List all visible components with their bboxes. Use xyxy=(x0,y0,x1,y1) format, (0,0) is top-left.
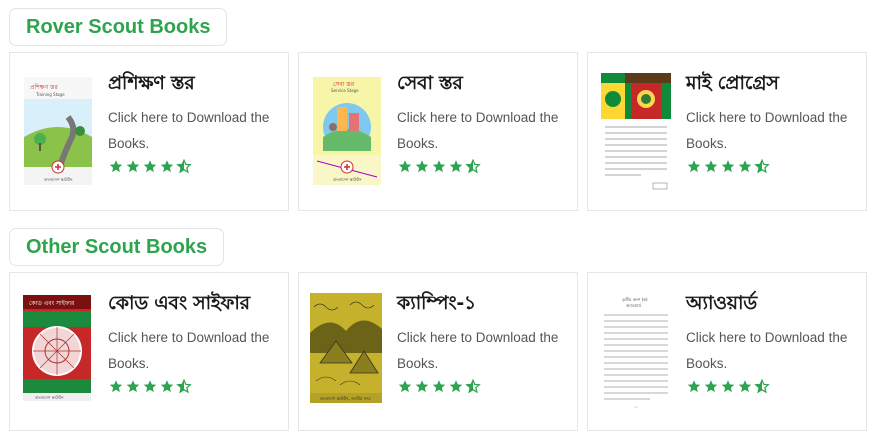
star-full-icon xyxy=(108,159,124,174)
book-cover-training[interactable]: প্রশিক্ষণ স্তর Training Stage বাংলাদেশ স… xyxy=(24,77,92,185)
star-half-icon xyxy=(465,158,481,174)
star-full-icon xyxy=(142,379,158,394)
book-title[interactable]: কোড এবং সাইফার xyxy=(108,289,282,321)
book-cover-code-cipher[interactable]: কোড এবং সাইফার বাংলাদেশ স্কাউটস xyxy=(23,295,91,401)
book-info: কোড এবং সাইফার Click here to Download th… xyxy=(108,285,282,394)
star-full-icon xyxy=(159,379,175,394)
star-full-icon xyxy=(414,159,430,174)
book-cover-progress[interactable] xyxy=(601,73,671,191)
book-card[interactable]: প্রশিক্ষণ স্তর Training Stage বাংলাদেশ স… xyxy=(9,52,289,211)
star-full-icon xyxy=(686,379,702,394)
svg-text:বাংলাদেশ স্কাউটস: বাংলাদেশ স্কাউটস xyxy=(332,177,362,182)
book-cover-camping[interactable]: বাংলাদেশ স্কাউটস, জাতীয় সদর xyxy=(310,293,382,403)
star-full-icon xyxy=(159,159,175,174)
svg-text:Training Stage: Training Stage xyxy=(35,92,65,97)
book-title[interactable]: ক্যাম্পিং-১ xyxy=(397,289,571,321)
book-info: প্রশিক্ষণ স্তর Click here to Download th… xyxy=(108,65,282,174)
svg-text:তৃতীয় অংশ (ক): তৃতীয় অংশ (ক) xyxy=(621,297,648,302)
svg-text:Service Stage: Service Stage xyxy=(331,88,359,93)
svg-text:বাংলাদেশ স্কাউটস: বাংলাদেশ স্কাউটস xyxy=(34,395,64,400)
rating-stars xyxy=(397,158,571,174)
star-full-icon xyxy=(720,159,736,174)
svg-text:২১: ২১ xyxy=(634,405,638,409)
book-title[interactable]: মাই প্রোগ্রেস xyxy=(686,69,860,101)
book-description[interactable]: Click here to Download the Books. xyxy=(686,325,860,377)
star-full-icon xyxy=(737,379,753,394)
book-description[interactable]: Click here to Download the Books. xyxy=(108,325,282,377)
book-card[interactable]: মাই প্রোগ্রেস Click here to Download the… xyxy=(587,52,867,211)
svg-text:কোড এবং সাইফার: কোড এবং সাইফার xyxy=(29,300,75,307)
svg-text:বাংলাদেশ স্কাউটস: বাংলাদেশ স্কাউটস xyxy=(43,177,73,182)
book-card[interactable]: কোড এবং সাইফার বাংলাদেশ স্কাউটস কোড এবং … xyxy=(9,272,289,431)
rating-stars xyxy=(397,378,571,394)
book-info: সেবা স্তর Click here to Download the Boo… xyxy=(397,65,571,174)
star-half-icon xyxy=(176,158,192,174)
svg-text:বাংলাদেশ স্কাউটস, জাতীয় সদর: বাংলাদেশ স্কাউটস, জাতীয় সদর xyxy=(319,396,371,401)
star-full-icon xyxy=(720,379,736,394)
star-half-icon xyxy=(176,378,192,394)
star-full-icon xyxy=(737,159,753,174)
star-full-icon xyxy=(125,159,141,174)
other-books-row: কোড এবং সাইফার বাংলাদেশ স্কাউটস কোড এবং … xyxy=(9,272,867,431)
star-full-icon xyxy=(448,159,464,174)
star-full-icon xyxy=(703,379,719,394)
svg-text:অ্যাওয়ার্ড: অ্যাওয়ার্ড xyxy=(625,303,642,308)
star-full-icon xyxy=(448,379,464,394)
rover-scout-books-heading: Rover Scout Books xyxy=(9,8,228,46)
star-full-icon xyxy=(397,159,413,174)
book-description[interactable]: Click here to Download the Books. xyxy=(686,105,860,157)
star-full-icon xyxy=(431,379,447,394)
star-half-icon xyxy=(754,378,770,394)
star-full-icon xyxy=(686,159,702,174)
book-info: মাই প্রোগ্রেস Click here to Download the… xyxy=(686,65,860,174)
star-full-icon xyxy=(703,159,719,174)
book-title[interactable]: অ্যাওয়ার্ড xyxy=(686,289,860,321)
star-full-icon xyxy=(125,379,141,394)
book-card[interactable]: সেবা স্তর Service Stage বাংলাদেশ স্কাউটস… xyxy=(298,52,578,211)
svg-text:সেবা স্তর: সেবা স্তর xyxy=(333,81,355,88)
book-card[interactable]: বাংলাদেশ স্কাউটস, জাতীয় সদর ক্যাম্পিং-১… xyxy=(298,272,578,431)
rating-stars xyxy=(686,158,860,174)
star-full-icon xyxy=(142,159,158,174)
book-title[interactable]: প্রশিক্ষণ স্তর xyxy=(108,69,282,101)
book-description[interactable]: Click here to Download the Books. xyxy=(108,105,282,157)
book-cover-award[interactable]: তৃতীয় অংশ (ক) অ্যাওয়ার্ড ২১ xyxy=(600,293,672,411)
rating-stars xyxy=(108,378,282,394)
star-full-icon xyxy=(397,379,413,394)
book-cover-service[interactable]: সেবা স্তর Service Stage বাংলাদেশ স্কাউটস xyxy=(313,77,381,185)
book-description[interactable]: Click here to Download the Books. xyxy=(397,325,571,377)
svg-text:প্রশিক্ষণ স্তর: প্রশিক্ষণ স্তর xyxy=(30,84,58,91)
book-title[interactable]: সেবা স্তর xyxy=(397,69,571,101)
other-scout-books-heading: Other Scout Books xyxy=(9,228,225,266)
star-full-icon xyxy=(414,379,430,394)
book-info: ক্যাম্পিং-১ Click here to Download the B… xyxy=(397,285,571,394)
star-half-icon xyxy=(465,378,481,394)
book-card[interactable]: তৃতীয় অংশ (ক) অ্যাওয়ার্ড ২১ অ্যাওয়ার্… xyxy=(587,272,867,431)
book-description[interactable]: Click here to Download the Books. xyxy=(397,105,571,157)
star-half-icon xyxy=(754,158,770,174)
star-full-icon xyxy=(431,159,447,174)
book-info: অ্যাওয়ার্ড Click here to Download the B… xyxy=(686,285,860,394)
rating-stars xyxy=(108,158,282,174)
rating-stars xyxy=(686,378,860,394)
rover-books-row: প্রশিক্ষণ স্তর Training Stage বাংলাদেশ স… xyxy=(9,52,867,211)
star-full-icon xyxy=(108,379,124,394)
